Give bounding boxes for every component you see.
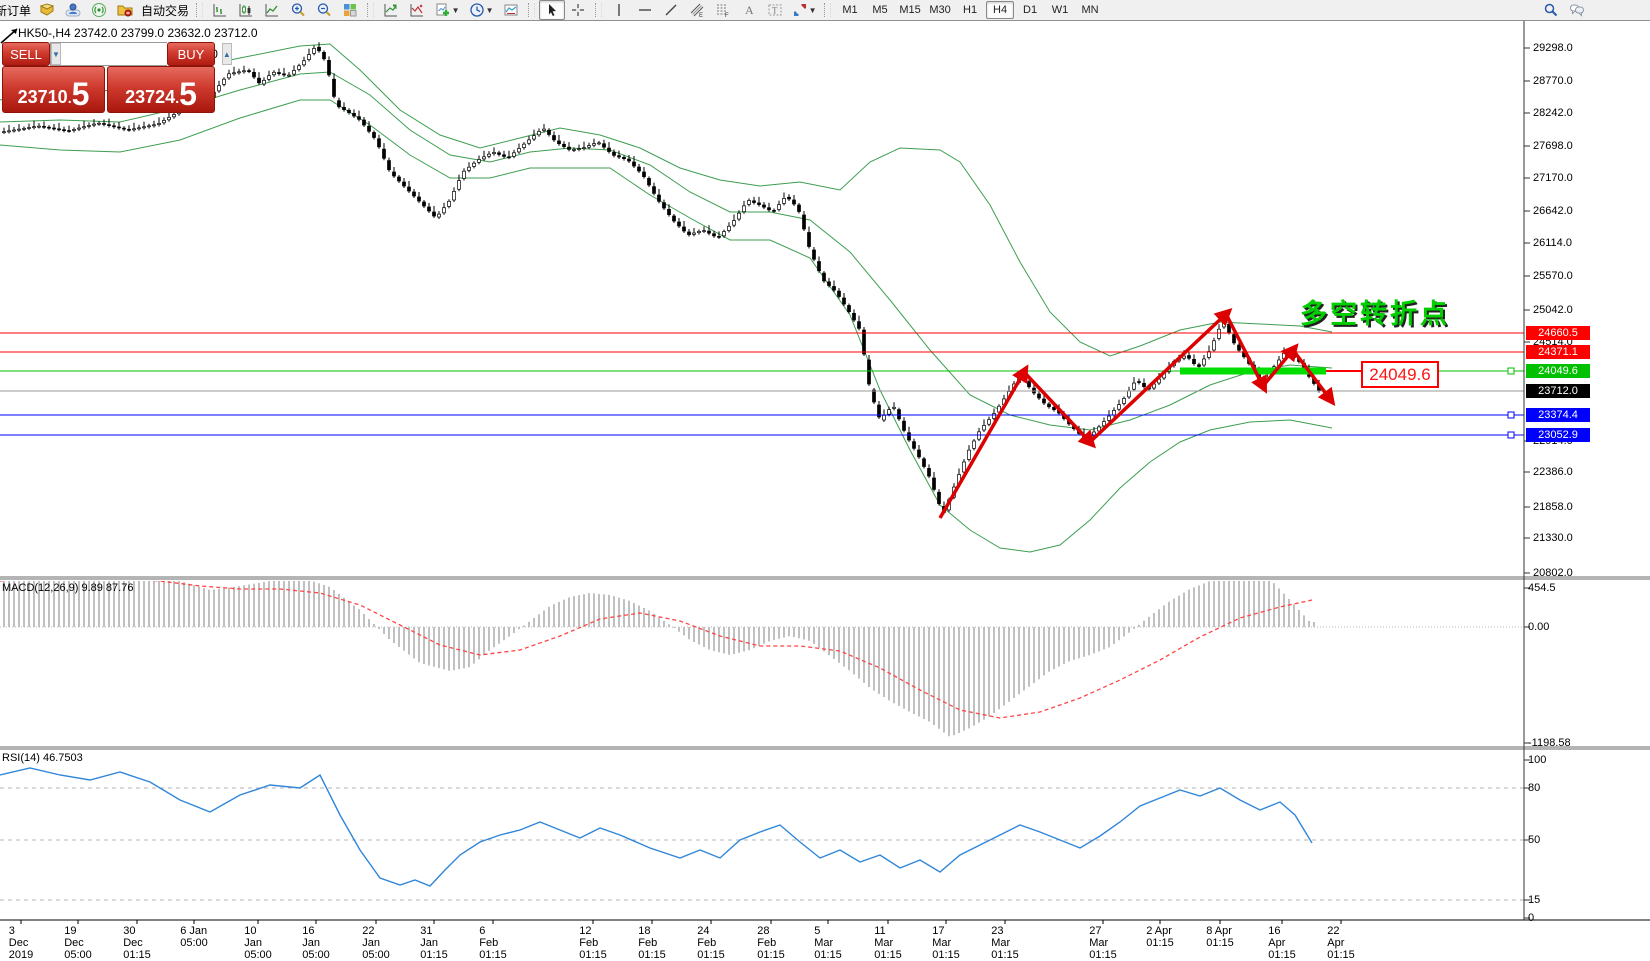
rsi-axis-label: 80: [1528, 782, 1540, 794]
price-tick-label: 20802.0: [1533, 567, 1573, 579]
price-badge: 23374.4: [1526, 408, 1590, 422]
time-axis-label: 6 Feb 01:15: [479, 925, 507, 961]
price-badge: 24049.6: [1526, 364, 1590, 378]
macd-indicator-label: MACD(12,26,9) 9.89 87.76: [2, 582, 133, 594]
price-tick-label: 27698.0: [1533, 140, 1573, 152]
chart-title: HK50-,H4 23742.0 23799.0 23632.0 23712.0: [18, 26, 258, 40]
price-callout-box[interactable]: 24049.6: [1361, 361, 1439, 388]
time-axis-label: 16 Jan 05:00: [302, 925, 330, 961]
time-axis-label: 11 Mar 01:15: [874, 925, 902, 961]
price-tick-label: 27170.0: [1533, 172, 1573, 184]
volume-down-button[interactable]: ▼: [51, 43, 61, 65]
macd-axis-label: -1198.58: [1528, 737, 1571, 749]
time-axis-label: 2 Apr 01:15: [1146, 925, 1174, 949]
time-axis-label: 27 Mar 01:15: [1089, 925, 1117, 961]
time-axis-label: 8 Apr 01:15: [1206, 925, 1234, 949]
time-axis-label: 6 Jan 05:00: [180, 925, 208, 949]
buy-button[interactable]: BUY: [167, 42, 215, 66]
macd-axis-label: 454.5: [1528, 582, 1556, 594]
sell-price-panel[interactable]: 23710.5: [2, 66, 105, 113]
volume-up-button[interactable]: ▲: [222, 43, 232, 65]
price-tick-label: 21858.0: [1533, 501, 1573, 513]
rsi-axis-label: 100: [1528, 754, 1546, 766]
price-tick-label: 28770.0: [1533, 75, 1573, 87]
price-tick-label: 22386.0: [1533, 466, 1573, 478]
sell-button[interactable]: SELL: [2, 42, 50, 66]
time-axis-label: 19 Dec 05:00: [64, 925, 92, 961]
price-badge: 23052.9: [1526, 428, 1590, 442]
price-tick-label: 21330.0: [1533, 532, 1573, 544]
price-tick-label: 26114.0: [1533, 237, 1572, 249]
rsi-axis-label: 50: [1528, 834, 1540, 846]
sell-price-big: 5: [72, 78, 90, 110]
price-tick-label: 26642.0: [1533, 205, 1573, 217]
time-axis-label: 22 Jan 05:00: [362, 925, 390, 961]
time-axis-label: 24 Feb 01:15: [697, 925, 725, 961]
volume-stepper: ▼ ▲: [50, 42, 167, 66]
time-axis-label: 23 Mar 01:15: [991, 925, 1019, 961]
time-axis-label: 10 Jan 05:00: [244, 925, 272, 961]
time-axis-label: 22 Apr 01:15: [1327, 925, 1355, 961]
time-axis-label: 3 Dec 2019: [9, 925, 33, 961]
price-tick-label: 25570.0: [1533, 270, 1573, 282]
time-axis-label: 5 Mar 01:15: [814, 925, 842, 961]
buy-price-big: 5: [179, 78, 197, 110]
time-axis-label: 28 Feb 01:15: [757, 925, 785, 961]
price-tick-label: 29298.0: [1533, 42, 1573, 54]
buy-price-main: 23724: [125, 84, 175, 110]
time-axis-label: 12 Feb 01:15: [579, 925, 607, 961]
price-tick-label: 25042.0: [1533, 304, 1573, 316]
chart-canvas[interactable]: [0, 0, 1650, 944]
time-axis-label: 30 Dec 01:15: [123, 925, 151, 961]
rsi-axis-label: 15: [1528, 894, 1540, 906]
rsi-axis-label: 0: [1528, 912, 1534, 924]
price-badge: 24660.5: [1526, 326, 1590, 340]
buy-price-panel[interactable]: 23724.5: [107, 66, 215, 113]
price-badge: 24371.1: [1526, 345, 1590, 359]
rsi-indicator-label: RSI(14) 46.7503: [2, 752, 83, 764]
sell-price-main: 23710: [18, 84, 68, 110]
one-click-trading-panel: SELL ▼ ▲ BUY 23710.5 23724.5: [2, 42, 214, 109]
time-axis-label: 17 Mar 01:15: [932, 925, 960, 961]
price-badge: 23712.0: [1526, 384, 1590, 398]
time-axis-label: 18 Feb 01:15: [638, 925, 666, 961]
time-axis-label: 16 Apr 01:15: [1268, 925, 1296, 961]
macd-axis-label: 0.00: [1528, 621, 1549, 633]
time-axis-label: 31 Jan 01:15: [420, 925, 448, 961]
price-tick-label: 28242.0: [1533, 107, 1573, 119]
turning-point-annotation: 多空转折点: [1300, 292, 1450, 331]
